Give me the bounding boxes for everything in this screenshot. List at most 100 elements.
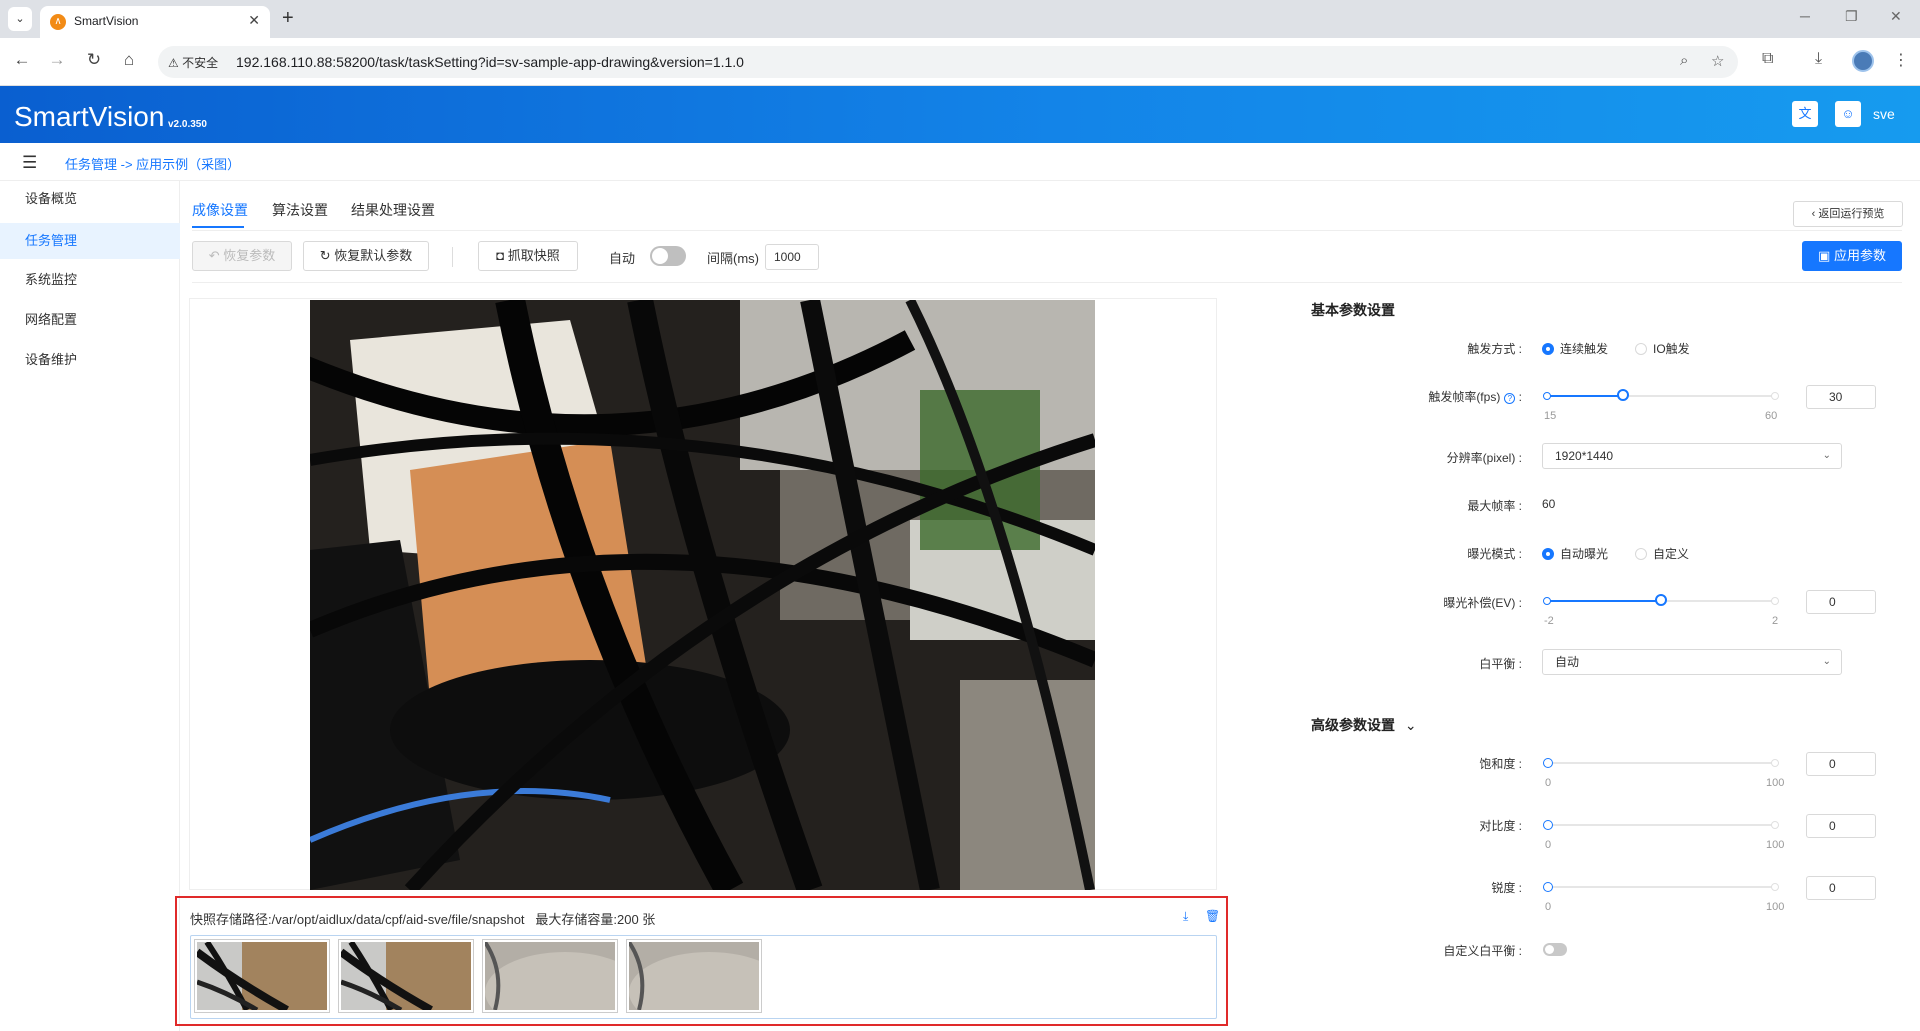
snapshot-thumbnail-image	[341, 942, 471, 1010]
breadcrumb[interactable]: 任务管理 -> 应用示例（采图）	[65, 154, 240, 173]
browser-tab[interactable]: ∧ SmartVision ✕	[40, 6, 270, 38]
custom-wb-toggle[interactable]	[1543, 943, 1567, 956]
extensions-puzzle-icon[interactable]: ⧉	[1762, 50, 1773, 68]
auto-capture-toggle[interactable]	[650, 246, 686, 266]
omnibox[interactable]: ⚠ 不安全 192.168.110.88:58200/task/taskSett…	[158, 46, 1738, 78]
radio-io-trigger[interactable]: IO触发	[1635, 340, 1690, 357]
advanced-settings-title-text: 高级参数设置	[1311, 717, 1395, 733]
sharpness-label: 锐度 :	[1491, 881, 1522, 895]
ev-min-tick: -2	[1544, 615, 1554, 627]
app-version: v2.0.350	[168, 119, 207, 130]
fps-input[interactable]: 30	[1806, 385, 1876, 409]
slider-handle[interactable]	[1543, 758, 1553, 768]
sidebar-item-network-config[interactable]: 网络配置	[0, 302, 180, 338]
browser-tab-title: SmartVision	[74, 14, 139, 28]
advanced-settings-title[interactable]: 高级参数设置 ⌄	[1311, 715, 1417, 735]
resolution-select[interactable]: 1920*1440 ⌄	[1542, 443, 1842, 469]
sidebar-item-task-management[interactable]: 任务管理	[0, 223, 180, 259]
snapshot-thumbnail[interactable]	[482, 939, 618, 1013]
download-snapshots-icon[interactable]: ⤓	[1183, 909, 1188, 924]
exposure-mode-label: 曝光模式 :	[1467, 547, 1522, 561]
radio-continuous-trigger[interactable]: 连续触发	[1542, 340, 1608, 357]
basic-settings-title: 基本参数设置	[1311, 302, 1395, 318]
ev-label: 曝光补偿(EV) :	[1443, 596, 1522, 610]
profile-avatar[interactable]	[1852, 50, 1874, 72]
tab-algorithm-settings[interactable]: 算法设置	[272, 200, 328, 220]
username[interactable]: sve	[1873, 106, 1895, 122]
delete-snapshots-icon[interactable]: 🗑	[1205, 909, 1220, 923]
back-arrow-icon[interactable]: ←	[10, 50, 34, 70]
slider-handle[interactable]	[1617, 389, 1629, 401]
fps-label: 触发帧率(fps)? :	[1428, 390, 1522, 404]
tab-imaging-settings[interactable]: 成像设置	[192, 200, 248, 220]
snapshot-thumbnail[interactable]	[338, 939, 474, 1013]
forward-arrow-icon[interactable]: →	[45, 50, 69, 70]
auto-label: 自动	[609, 251, 636, 266]
sidebar-item-device-maintenance[interactable]: 设备维护	[0, 342, 180, 378]
snapshot-thumbnail[interactable]	[194, 939, 330, 1013]
menu-toggle-icon[interactable]: ☰	[22, 153, 37, 173]
contrast-input[interactable]: 0	[1806, 814, 1876, 838]
ev-input[interactable]: 0	[1806, 590, 1876, 614]
white-balance-select[interactable]: 自动 ⌄	[1542, 649, 1842, 675]
restore-default-label: 恢复默认参数	[334, 248, 413, 263]
apply-params-button[interactable]: ▣ 应用参数	[1802, 241, 1902, 271]
sidebar: 设备概览 任务管理 系统监控 网络配置 设备维护	[0, 181, 180, 1031]
download-icon[interactable]: ⤓	[1815, 50, 1822, 68]
restore-window-icon[interactable]: ❐	[1845, 8, 1858, 25]
white-balance-value: 自动	[1555, 655, 1580, 669]
browser-address-bar: ← → ↻ ⌂ ⚠ 不安全 192.168.110.88:58200/task/…	[0, 38, 1920, 86]
toggle-knob	[652, 248, 668, 264]
close-window-icon[interactable]: ✕	[1890, 8, 1902, 25]
saturation-label: 饱和度 :	[1479, 757, 1522, 771]
radio-auto-exposure[interactable]: 自动曝光	[1542, 545, 1608, 562]
reload-icon[interactable]: ↻	[82, 50, 106, 70]
fps-slider[interactable]	[1543, 389, 1779, 403]
slider-end-dot	[1771, 883, 1779, 891]
slider-rail	[1547, 886, 1775, 888]
trigger-mode-label: 触发方式 :	[1467, 342, 1522, 356]
help-icon[interactable]: ?	[1504, 393, 1516, 404]
bookmark-star-icon[interactable]: ☆	[1711, 52, 1724, 70]
minimize-window-icon[interactable]: ─	[1800, 8, 1810, 24]
sharpness-slider[interactable]	[1543, 880, 1779, 894]
slider-end-dot	[1771, 821, 1779, 829]
ev-slider[interactable]	[1543, 594, 1779, 608]
snapshot-strip	[190, 935, 1217, 1019]
restore-params-button[interactable]: ↶ 恢复参数	[192, 241, 292, 271]
capture-snapshot-button[interactable]: ◘ 抓取快照	[478, 241, 578, 271]
new-tab-plus-icon[interactable]: +	[282, 7, 294, 30]
sharpness-input[interactable]: 0	[1806, 876, 1876, 900]
zoom-icon[interactable]: ⌕	[1680, 52, 1688, 69]
slider-handle[interactable]	[1655, 594, 1667, 606]
slider-end-dot	[1771, 392, 1779, 400]
restore-default-button[interactable]: ↻ 恢复默认参数	[303, 241, 429, 271]
slider-handle[interactable]	[1543, 820, 1553, 830]
snapshot-capacity-text: 最大存储容量:200 张	[535, 912, 656, 927]
language-translate-icon[interactable]: 文	[1792, 101, 1818, 127]
tab-result-settings[interactable]: 结果处理设置	[351, 200, 435, 220]
smartvision-favicon-icon: ∧	[50, 14, 66, 30]
back-to-preview-button[interactable]: ‹ 返回运行预览	[1793, 201, 1903, 227]
saturation-input[interactable]: 0	[1806, 752, 1876, 776]
snapshot-thumbnail[interactable]	[626, 939, 762, 1013]
resolution-label: 分辨率(pixel) :	[1446, 451, 1522, 465]
interval-label: 间隔(ms)	[707, 251, 759, 266]
sharpness-max-tick: 100	[1766, 901, 1785, 913]
url-text[interactable]: 192.168.110.88:58200/task/taskSetting?id…	[236, 54, 744, 70]
slider-handle[interactable]	[1543, 882, 1553, 892]
sidebar-item-system-monitor[interactable]: 系统监控	[0, 262, 180, 298]
slider-fill	[1547, 600, 1661, 602]
user-icon[interactable]: ☺	[1835, 101, 1861, 127]
security-warning[interactable]: ⚠ 不安全	[168, 54, 218, 71]
contrast-slider[interactable]	[1543, 818, 1779, 832]
saturation-slider[interactable]	[1543, 756, 1779, 770]
home-icon[interactable]: ⌂	[117, 50, 141, 70]
sidebar-item-device-overview[interactable]: 设备概览	[0, 181, 180, 217]
contrast-max-tick: 100	[1766, 839, 1785, 851]
close-tab-icon[interactable]: ✕	[248, 12, 260, 29]
interval-input[interactable]: 1000	[765, 244, 819, 270]
radio-custom-exposure[interactable]: 自定义	[1635, 545, 1689, 562]
browser-menu-icon[interactable]: ⋮	[1893, 50, 1909, 70]
tab-search-chevron-icon[interactable]: ⌄	[8, 7, 32, 31]
